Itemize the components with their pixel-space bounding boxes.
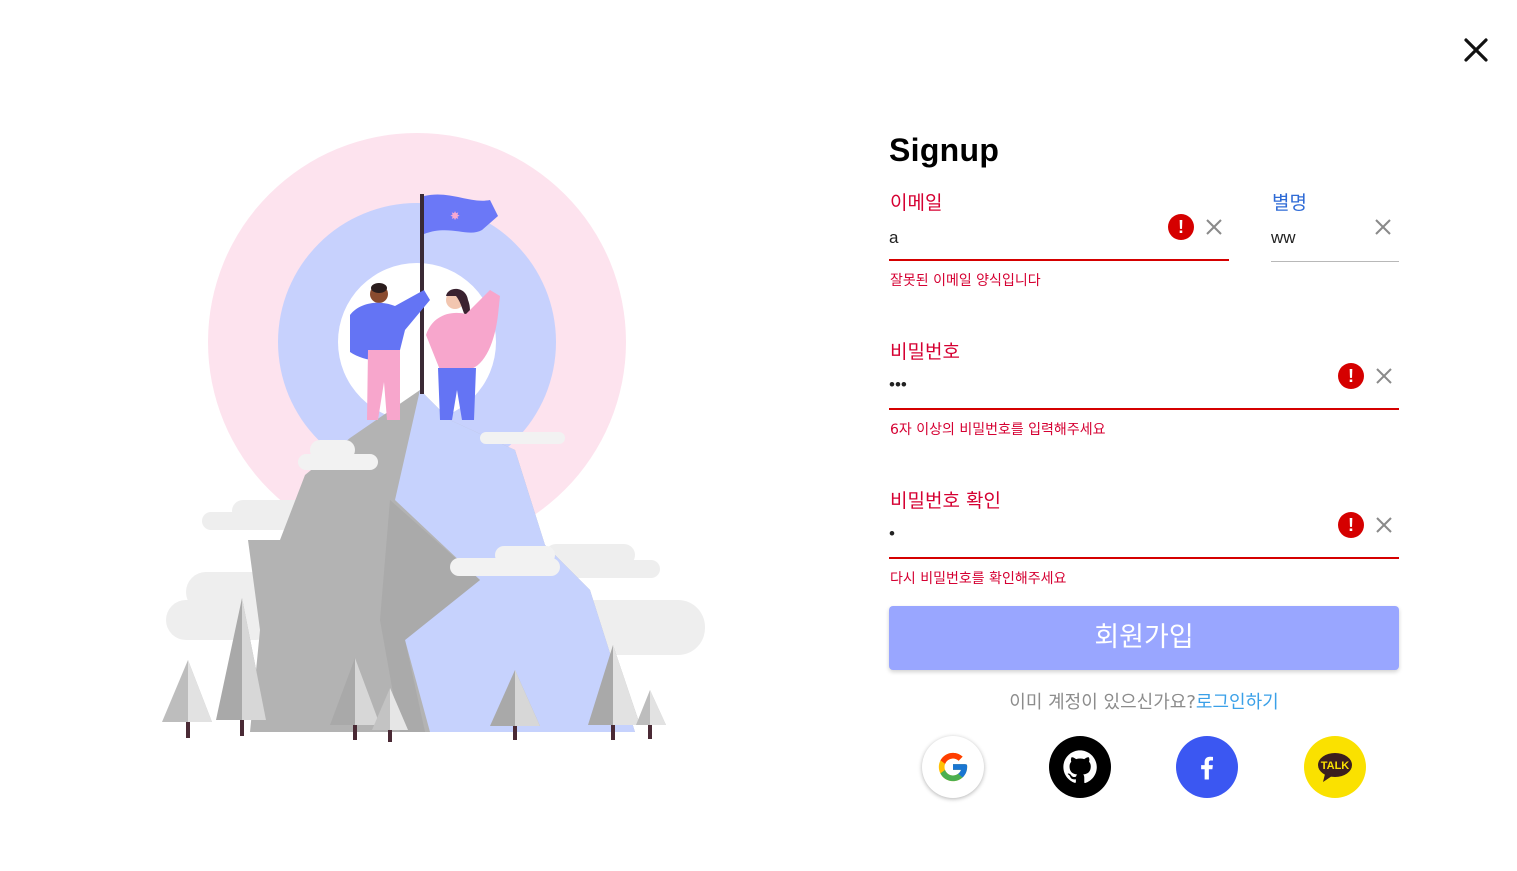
password-field[interactable]: 비밀번호 ••• ! 6자 이상의 비밀번호를 입력해주세요 xyxy=(889,337,1399,441)
password-confirm-underline xyxy=(889,557,1399,559)
login-prompt-text: 이미 계정이 있으신가요? xyxy=(1009,692,1196,713)
email-input[interactable]: a xyxy=(889,228,898,248)
google-icon xyxy=(938,752,968,782)
password-confirm-input[interactable]: • xyxy=(889,524,895,544)
kakao-talk-label: TALK xyxy=(1321,760,1350,772)
facebook-icon xyxy=(1201,756,1213,780)
email-clear-icon[interactable] xyxy=(1204,217,1224,237)
email-underline xyxy=(889,259,1229,261)
github-login-button[interactable] xyxy=(1049,736,1111,798)
kakao-login-button[interactable]: TALK xyxy=(1304,736,1366,798)
email-error-text: 잘못된 이메일 양식입니다 xyxy=(890,273,1041,289)
login-prompt: 이미 계정이 있으신가요?로그인하기 xyxy=(889,688,1399,714)
password-input[interactable]: ••• xyxy=(889,375,907,395)
password-confirm-field[interactable]: 비밀번호 확인 • ! 다시 비밀번호를 확인해주세요 xyxy=(889,486,1399,590)
nickname-underline xyxy=(1271,261,1399,262)
nickname-field[interactable]: 별명 ww xyxy=(1271,188,1399,268)
github-icon xyxy=(1063,750,1097,784)
email-field[interactable]: 이메일 a ! 잘못된 이메일 양식입니다 xyxy=(889,188,1229,292)
nickname-input[interactable]: ww xyxy=(1271,228,1296,248)
facebook-login-button[interactable] xyxy=(1176,736,1238,798)
close-icon xyxy=(1464,38,1488,62)
kakao-talk-icon: TALK xyxy=(1318,753,1352,782)
svg-text:✸: ✸ xyxy=(450,209,460,223)
password-underline xyxy=(889,408,1399,410)
email-error-icon: ! xyxy=(1168,214,1194,240)
password-error-text: 6자 이상의 비밀번호를 입력해주세요 xyxy=(890,422,1106,438)
password-label: 비밀번호 xyxy=(890,341,960,363)
password-confirm-clear-icon[interactable] xyxy=(1374,515,1394,535)
password-confirm-label: 비밀번호 확인 xyxy=(890,490,1001,512)
password-confirm-error-icon: ! xyxy=(1338,512,1364,538)
password-error-icon: ! xyxy=(1338,363,1364,389)
signup-button[interactable]: 회원가입 xyxy=(889,606,1399,670)
signup-illustration: ✸ xyxy=(150,120,720,760)
login-link[interactable]: 로그인하기 xyxy=(1196,692,1279,713)
password-clear-icon[interactable] xyxy=(1374,366,1394,386)
nickname-label: 별명 xyxy=(1272,192,1307,214)
google-login-button[interactable] xyxy=(922,736,984,798)
close-button[interactable] xyxy=(1460,34,1492,66)
password-confirm-error-text: 다시 비밀번호를 확인해주세요 xyxy=(890,571,1067,587)
nickname-clear-icon[interactable] xyxy=(1373,217,1393,237)
email-label: 이메일 xyxy=(890,192,943,214)
page-title: Signup xyxy=(889,132,1000,168)
